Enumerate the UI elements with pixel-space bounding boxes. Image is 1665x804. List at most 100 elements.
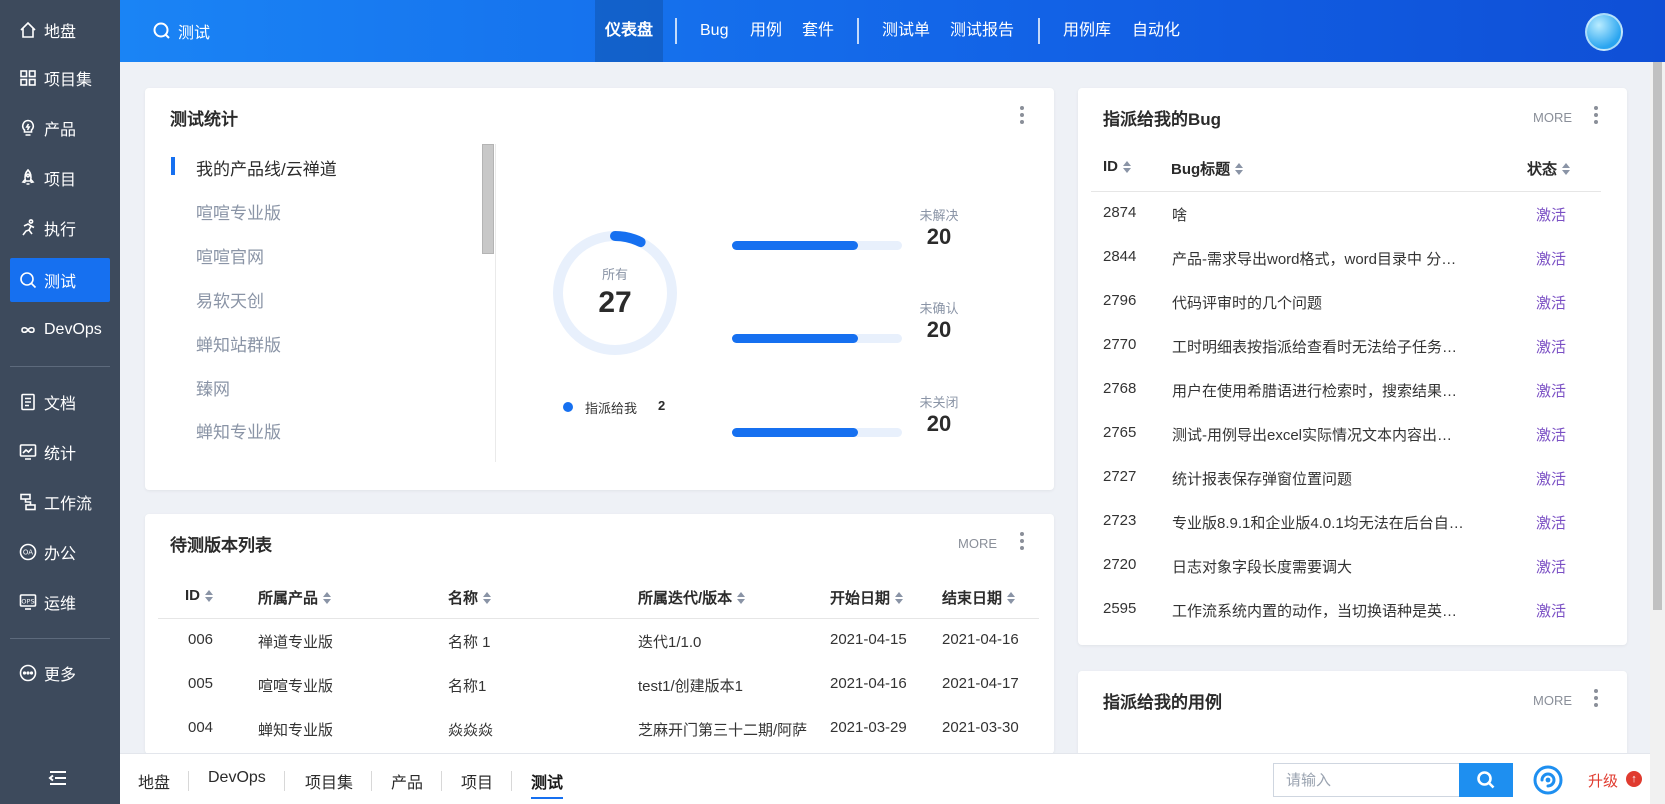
sidebar-item-test[interactable]: 测试 [10,258,110,302]
bar-label: 未解决 [919,208,959,223]
bottom-tab-program[interactable]: 项目集 [305,769,353,793]
chat-icon[interactable] [1533,765,1563,795]
tab-bug[interactable]: Bug [700,0,728,62]
sidebar-item-oa[interactable]: OA 办公 [10,530,110,574]
column-header-iteration[interactable]: 所属迭代/版本 [638,587,746,608]
sidebar-item-doc[interactable]: 文档 [10,380,110,424]
upgrade-link[interactable]: 升级 [1588,770,1618,791]
tab-testtask[interactable]: 测试单 [882,0,930,62]
more-link[interactable]: MORE [1533,693,1572,708]
product-list-scrollbar[interactable] [482,144,494,254]
bug-title-link[interactable]: 专业版8.9.1和企业版4.0.1均无法在后台自… [1172,512,1492,533]
column-header-label: ID [185,587,200,604]
column-header-product[interactable]: 所属产品 [258,587,332,608]
column-header-end-date[interactable]: 结束日期 [942,587,1016,608]
panel-menu-icon[interactable] [1588,103,1604,129]
bug-status: 激活 [1536,251,1567,268]
more-link[interactable]: MORE [1533,110,1572,125]
sort-icon [323,591,332,604]
column-header-status[interactable]: 状态 [1527,158,1571,179]
bug-title-link[interactable]: 产品-需求导出word格式，word目录中 分… [1172,248,1492,269]
infinity-icon [18,320,38,340]
tab-separator [441,771,442,791]
header-app-title[interactable]: 测试 [152,19,210,43]
product-item[interactable]: 臻网 [196,375,230,400]
bug-id: 2595 [1103,600,1137,617]
bug-title-link[interactable]: 代码评审时的几个问题 [1172,292,1492,313]
bar-value[interactable]: 20 [905,317,973,343]
product-item[interactable]: 易软天创 [196,287,264,312]
search-input[interactable] [1273,763,1459,797]
product-item[interactable]: 蝉知站群版 [196,331,281,356]
test-stats-panel: 测试统计 我的产品线/云禅道 喧喧专业版 喧喧官网 易软天创 蝉知站群版 臻网 … [145,88,1054,490]
product-item[interactable]: 我的产品线/云禅道 [196,155,337,180]
sidebar-item-program[interactable]: 项目集 [10,56,110,100]
sidebar-item-execution[interactable]: 执行 [10,206,110,250]
bottom-tab-dashboard[interactable]: 地盘 [138,769,170,793]
column-header-start-date[interactable]: 开始日期 [830,587,904,608]
tab-caselib[interactable]: 用例库 [1063,0,1111,62]
bug-title-link[interactable]: 用户在使用希腊语进行检索时，搜索结果… [1172,380,1492,401]
arrow-up-icon[interactable]: ↑ [1626,771,1642,787]
build-name-link[interactable]: 名称 1 [448,631,491,652]
product-item[interactable]: 喧喧专业版 [196,199,281,224]
bug-status: 激活 [1536,295,1567,312]
sidebar-item-more[interactable]: 更多 [10,651,110,695]
sidebar-item-label: 办公 [44,546,77,563]
bug-title-link[interactable]: 日志对象字段长度需要调大 [1172,556,1492,577]
build-name-link[interactable]: 焱焱焱 [448,719,493,740]
sidebar-item-ops[interactable]: OPS 运维 [10,580,110,624]
progress-bar-fill [732,334,858,343]
sidebar-item-report[interactable]: 统计 [10,430,110,474]
bottom-tab-project[interactable]: 项目 [461,769,493,793]
product-item[interactable]: 喧喧官网 [196,243,264,268]
sidebar-item-label: 工作流 [44,496,93,513]
search-icon [153,22,170,39]
column-header-title[interactable]: Bug标题 [1171,158,1244,179]
tab-suite[interactable]: 套件 [802,0,834,62]
sidebar-item-label: 执行 [44,222,77,239]
panel-title: 指派给我的Bug [1103,110,1222,129]
panel-menu-icon[interactable] [1588,686,1604,712]
tab-testreport[interactable]: 测试报告 [950,0,1014,62]
panel-menu-icon[interactable] [1014,103,1030,129]
panel-menu-icon[interactable] [1014,529,1030,555]
search-button[interactable] [1459,763,1513,797]
divider [495,144,496,462]
build-iteration: 迭代1/1.0 [638,634,702,651]
build-name-link[interactable]: 名称1 [448,675,486,696]
more-link[interactable]: MORE [958,536,997,551]
avatar[interactable] [1585,13,1623,51]
sidebar-item-product[interactable]: 产品 [10,106,110,150]
svg-text:OA: OA [23,549,33,557]
bar-label: 未确认 [919,301,959,316]
bug-title-link[interactable]: 啥 [1172,204,1492,225]
bar-value[interactable]: 20 [905,224,973,250]
bulb-icon [18,118,38,138]
tab-case[interactable]: 用例 [750,0,782,62]
product-item[interactable]: 蝉知专业版 [196,418,281,443]
bottom-tab-product[interactable]: 产品 [391,769,423,793]
page-scrollbar[interactable] [1653,62,1662,610]
collapse-sidebar-icon[interactable] [46,766,70,790]
sidebar-item-dashboard[interactable]: 地盘 [10,8,110,52]
sidebar-item-devops[interactable]: DevOps [10,308,110,352]
sidebar-item-workflow[interactable]: 工作流 [10,480,110,524]
bug-id: 2844 [1103,248,1137,265]
column-header-id[interactable]: ID [185,587,214,604]
bug-title-link[interactable]: 工时明细表按指派给查看时无法给子任务… [1172,336,1492,357]
bottom-tab-test[interactable]: 测试 [531,769,564,799]
header-app-label: 测试 [178,25,211,42]
bottom-tab-devops[interactable]: DevOps [208,769,266,787]
bug-title-link[interactable]: 工作流系统内置的动作，当切换语种是英… [1172,600,1492,621]
column-header-name[interactable]: 名称 [448,587,492,608]
tab-dashboard[interactable]: 仪表盘 [595,0,664,62]
tab-automation[interactable]: 自动化 [1132,0,1180,62]
bug-title-link[interactable]: 测试-用例导出excel实际情况文本内容出… [1172,424,1492,445]
sidebar-item-project[interactable]: 项目 [10,156,110,200]
bar-value[interactable]: 20 [905,411,973,437]
header-separator [675,18,677,44]
column-header-id[interactable]: ID [1103,158,1132,175]
progress-bar [732,241,902,250]
bug-title-link[interactable]: 统计报表保存弹窗位置问题 [1172,468,1492,489]
